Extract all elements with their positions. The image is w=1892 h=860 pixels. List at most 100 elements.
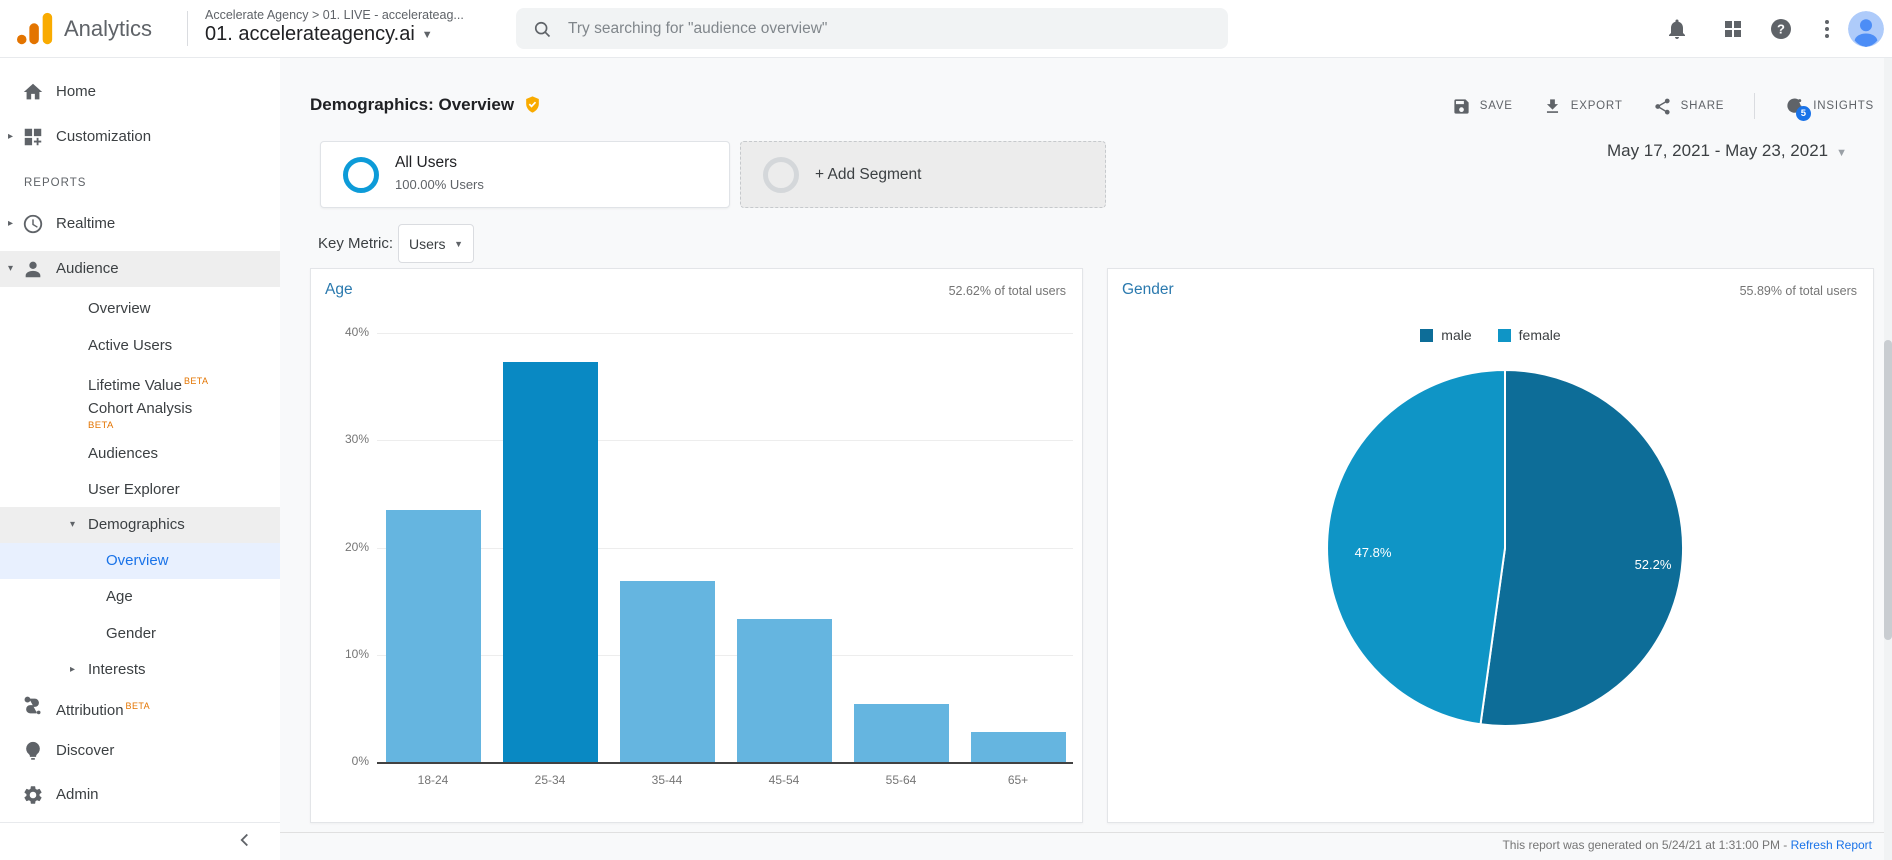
notifications-bell-icon[interactable] bbox=[1665, 17, 1689, 41]
age-bar-18-24[interactable] bbox=[386, 510, 481, 762]
user-avatar[interactable] bbox=[1848, 11, 1884, 47]
sidebar-item-admin[interactable]: Admin bbox=[0, 777, 280, 813]
insights-button-label: INSIGHTS bbox=[1813, 100, 1874, 112]
sidebar-item-discover[interactable]: Discover bbox=[0, 733, 280, 769]
sidebar-item-customization[interactable]: ▸Customization bbox=[0, 119, 280, 155]
customization-icon bbox=[22, 126, 44, 148]
share-button-label: SHARE bbox=[1681, 100, 1725, 112]
sidebar-item-label: Demographics bbox=[88, 507, 185, 543]
gender-legend: malefemale bbox=[1108, 327, 1873, 343]
sidebar-item-label: Gender bbox=[106, 616, 156, 652]
y-axis-tick: 0% bbox=[325, 754, 369, 768]
sidebar-bottom-divider bbox=[0, 822, 280, 823]
sidebar-item-demographics-gender[interactable]: Gender bbox=[0, 616, 280, 652]
gear-icon bbox=[22, 784, 44, 806]
chevron-down-icon: ▼ bbox=[454, 239, 463, 249]
page-title: Demographics: Overview bbox=[310, 95, 542, 115]
app-name: Analytics bbox=[64, 0, 152, 57]
sidebar-item-user-explorer[interactable]: User Explorer bbox=[0, 472, 280, 508]
age-bar-chart: 40%30%20%10%0%18-2425-3435-4445-5455-646… bbox=[311, 269, 1082, 822]
insights-button[interactable]: 5 INSIGHTS bbox=[1785, 97, 1874, 116]
chevron-down-icon: ▼ bbox=[422, 29, 433, 41]
verified-shield-icon bbox=[523, 95, 542, 114]
sidebar-item-cohort-analysis[interactable]: Cohort AnalysisBETA bbox=[0, 394, 280, 438]
chevron-down-icon: ▾ bbox=[8, 251, 13, 287]
sidebar-item-label: Interests bbox=[88, 652, 146, 688]
breadcrumb[interactable]: Accelerate Agency > 01. LIVE - accelerat… bbox=[205, 8, 464, 22]
age-bar-45-54[interactable] bbox=[737, 619, 832, 762]
insights-icon: 5 bbox=[1785, 97, 1804, 116]
sidebar-item-audience[interactable]: ▾Audience bbox=[0, 251, 280, 287]
help-icon[interactable]: ? bbox=[1769, 17, 1793, 41]
segment-title: All Users bbox=[395, 154, 457, 172]
generated-text: This report was generated on 5/24/21 at … bbox=[1502, 838, 1790, 852]
person-icon bbox=[22, 258, 44, 280]
attribution-icon bbox=[22, 695, 44, 717]
sidebar-item-active-users[interactable]: Active Users bbox=[0, 328, 280, 364]
home-icon bbox=[22, 81, 44, 103]
main-content: Demographics: Overview SAVE EXPORT SHARE… bbox=[280, 57, 1892, 860]
scrollbar-thumb[interactable] bbox=[1884, 340, 1892, 640]
vertical-scrollbar bbox=[1884, 57, 1892, 860]
sidebar-item-demographics-age[interactable]: Age bbox=[0, 579, 280, 615]
gridline bbox=[377, 655, 1073, 656]
age-panel: Age 52.62% of total users 40%30%20%10%0%… bbox=[310, 268, 1083, 823]
gender-slice-male[interactable] bbox=[1481, 370, 1684, 726]
gender-panel-subtitle: 55.89% of total users bbox=[1740, 284, 1857, 298]
sidebar: REPORTS Home▸Customization▸Realtime▾Audi… bbox=[0, 57, 280, 860]
age-bar-65+[interactable] bbox=[971, 732, 1066, 762]
gender-pie-chart: 52.2%47.8% bbox=[1315, 368, 1695, 728]
svg-text:?: ? bbox=[1777, 22, 1785, 37]
chevron-right-icon: ▸ bbox=[70, 652, 75, 688]
search-input[interactable] bbox=[566, 19, 1190, 39]
sidebar-item-attribution[interactable]: AttributionBETA bbox=[0, 688, 280, 724]
google-apps-grid-icon[interactable] bbox=[1721, 17, 1745, 41]
save-button[interactable]: SAVE bbox=[1452, 97, 1513, 116]
age-bar-55-64[interactable] bbox=[854, 704, 949, 762]
export-download-icon bbox=[1543, 97, 1562, 116]
age-bar-35-44[interactable] bbox=[620, 581, 715, 762]
add-segment-ring-icon bbox=[763, 157, 799, 193]
analytics-logo-icon bbox=[14, 10, 58, 48]
more-vertical-icon[interactable] bbox=[1815, 17, 1839, 41]
save-button-label: SAVE bbox=[1480, 100, 1513, 112]
chevron-down-icon: ▾ bbox=[70, 507, 75, 543]
export-button-label: EXPORT bbox=[1571, 100, 1623, 112]
export-button[interactable]: EXPORT bbox=[1543, 97, 1623, 116]
add-segment-button[interactable]: + Add Segment bbox=[740, 141, 1106, 208]
analytics-app: Analytics Accelerate Agency > 01. LIVE -… bbox=[0, 0, 1892, 860]
save-icon bbox=[1452, 97, 1471, 116]
sidebar-item-demographics-overview[interactable]: Overview bbox=[0, 543, 280, 579]
date-range-selector[interactable]: May 17, 2021 - May 23, 2021▼ bbox=[1607, 141, 1847, 161]
sidebar-item-label: User Explorer bbox=[88, 472, 180, 508]
key-metric-dropdown[interactable]: Users▼ bbox=[398, 224, 474, 263]
x-axis-tick: 25-34 bbox=[505, 773, 595, 787]
x-axis-tick: 65+ bbox=[973, 773, 1063, 787]
date-range-text: May 17, 2021 - May 23, 2021 bbox=[1607, 141, 1828, 160]
sidebar-item-label: Realtime bbox=[56, 206, 115, 242]
sidebar-item-label: Home bbox=[56, 74, 96, 110]
chevron-right-icon: ▸ bbox=[8, 119, 13, 155]
gender-panel-title[interactable]: Gender bbox=[1122, 281, 1174, 299]
sidebar-collapse-button[interactable] bbox=[234, 829, 262, 857]
sidebar-item-interests[interactable]: ▸ Interests bbox=[0, 652, 280, 688]
age-bar-25-34[interactable] bbox=[503, 362, 598, 762]
sidebar-item-label: Discover bbox=[56, 733, 114, 769]
search-bar bbox=[516, 8, 1228, 49]
refresh-report-link[interactable]: Refresh Report bbox=[1791, 838, 1872, 852]
sidebar-item-audiences[interactable]: Audiences bbox=[0, 436, 280, 472]
sidebar-item-label: Active Users bbox=[88, 328, 172, 364]
sidebar-item-demographics[interactable]: ▾ Demographics bbox=[0, 507, 280, 543]
actions-divider bbox=[1754, 93, 1755, 119]
x-axis-tick: 45-54 bbox=[739, 773, 829, 787]
sidebar-item-home[interactable]: Home bbox=[0, 74, 280, 110]
gridline bbox=[377, 548, 1073, 549]
sidebar-item-label: Overview bbox=[88, 291, 151, 327]
sidebar-item-realtime[interactable]: ▸Realtime bbox=[0, 206, 280, 242]
segment-all-users[interactable]: All Users 100.00% Users bbox=[320, 141, 730, 208]
share-button[interactable]: SHARE bbox=[1653, 97, 1725, 116]
sidebar-section-reports: REPORTS bbox=[24, 177, 86, 189]
account-selector[interactable]: 01. accelerateagency.ai▼ bbox=[205, 23, 433, 46]
sidebar-item-audience-overview[interactable]: Overview bbox=[0, 291, 280, 327]
sidebar-item-label: AttributionBETA bbox=[56, 688, 150, 729]
